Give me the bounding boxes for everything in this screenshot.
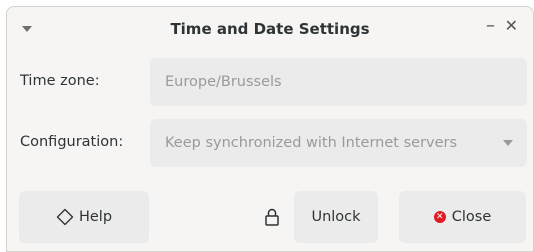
close-label: Close: [451, 209, 492, 225]
configuration-dropdown[interactable]: Keep synchronized with Internet servers: [150, 119, 527, 167]
time-date-settings-window: Time and Date Settings – ✕ Time zone: Eu…: [6, 6, 534, 252]
configuration-value: Keep synchronized with Internet servers: [165, 135, 458, 151]
chevron-down-icon: [503, 140, 513, 146]
help-button[interactable]: Help: [19, 191, 149, 243]
close-circle-icon: ✕: [433, 211, 446, 223]
minimize-icon[interactable]: –: [486, 17, 495, 35]
window-close-icon[interactable]: ✕: [505, 18, 518, 34]
configuration-label: Configuration:: [20, 134, 124, 150]
timezone-field[interactable]: Europe/Brussels: [150, 58, 527, 106]
titlebar: Time and Date Settings – ✕: [7, 7, 533, 53]
timezone-value: Europe/Brussels: [165, 74, 282, 90]
help-diamond-icon: [56, 208, 74, 226]
window-title: Time and Date Settings: [170, 20, 370, 38]
timezone-label: Time zone:: [20, 73, 100, 89]
unlock-label: Unlock: [311, 209, 361, 225]
unlock-button[interactable]: Unlock: [294, 191, 378, 243]
close-button[interactable]: ✕ Close: [399, 191, 526, 243]
help-label: Help: [78, 209, 113, 225]
lock-icon: [265, 208, 279, 230]
